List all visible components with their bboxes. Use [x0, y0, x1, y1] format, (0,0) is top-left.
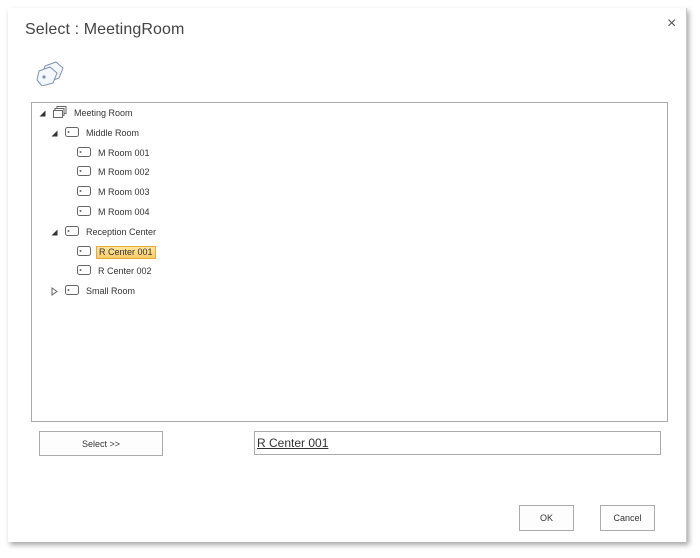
expanded-triangle-icon[interactable]: [38, 109, 47, 118]
tree-node-label[interactable]: M Room 001: [96, 147, 152, 160]
tree-node-label[interactable]: R Center 002: [96, 265, 154, 278]
room-tag-icon: [77, 246, 91, 258]
room-tag-icon: [65, 226, 79, 238]
tree-node[interactable]: M Room 003: [77, 184, 152, 200]
tree-node-label[interactable]: Meeting Room: [72, 107, 135, 120]
tree-node[interactable]: M Room 002: [77, 164, 152, 180]
tree-node-label[interactable]: Middle Room: [84, 127, 141, 140]
room-tag-icon: [77, 166, 91, 178]
collapsed-triangle-icon[interactable]: [50, 286, 59, 296]
tree-node-label[interactable]: M Room 003: [96, 186, 152, 199]
tree-node-label[interactable]: Reception Center: [84, 226, 158, 239]
room-tag-icon: [77, 186, 91, 198]
close-icon[interactable]: ×: [667, 16, 676, 32]
tree-view[interactable]: Meeting Room Middle Room M Room 001 M Ro…: [31, 102, 668, 422]
tree-node[interactable]: M Room 001: [77, 145, 152, 161]
tree-node[interactable]: Reception Center: [50, 224, 158, 240]
room-tag-icon: [77, 206, 91, 218]
tree-node-selected[interactable]: R Center 001: [77, 244, 156, 260]
meeting-room-icon: [53, 106, 67, 120]
tree-node[interactable]: Small Room: [50, 283, 137, 299]
selected-value-field[interactable]: R Center 001: [254, 431, 661, 455]
selected-value-text[interactable]: R Center 001: [257, 436, 328, 450]
tree-node-label[interactable]: M Room 002: [96, 166, 152, 179]
cancel-button[interactable]: Cancel: [600, 505, 655, 531]
ok-button[interactable]: OK: [519, 505, 574, 531]
dialog-title: Select : MeetingRoom: [25, 21, 185, 38]
select-button[interactable]: Select >>: [39, 431, 163, 456]
tree-node[interactable]: Middle Room: [50, 125, 141, 141]
tree-node[interactable]: M Room 004: [77, 204, 152, 220]
expanded-triangle-icon[interactable]: [50, 228, 59, 237]
room-tag-icon: [77, 265, 91, 277]
tree-node-label[interactable]: Small Room: [84, 285, 137, 298]
tree-node[interactable]: R Center 002: [77, 263, 154, 279]
room-tag-icon: [65, 285, 79, 297]
tags-icon: [36, 60, 66, 91]
expanded-triangle-icon[interactable]: [50, 129, 59, 138]
room-tag-icon: [65, 127, 79, 139]
tree-node-label[interactable]: R Center 001: [96, 245, 156, 259]
room-tag-icon: [77, 147, 91, 159]
tree-node-label[interactable]: M Room 004: [96, 206, 152, 219]
tree-node[interactable]: Meeting Room: [38, 105, 135, 121]
